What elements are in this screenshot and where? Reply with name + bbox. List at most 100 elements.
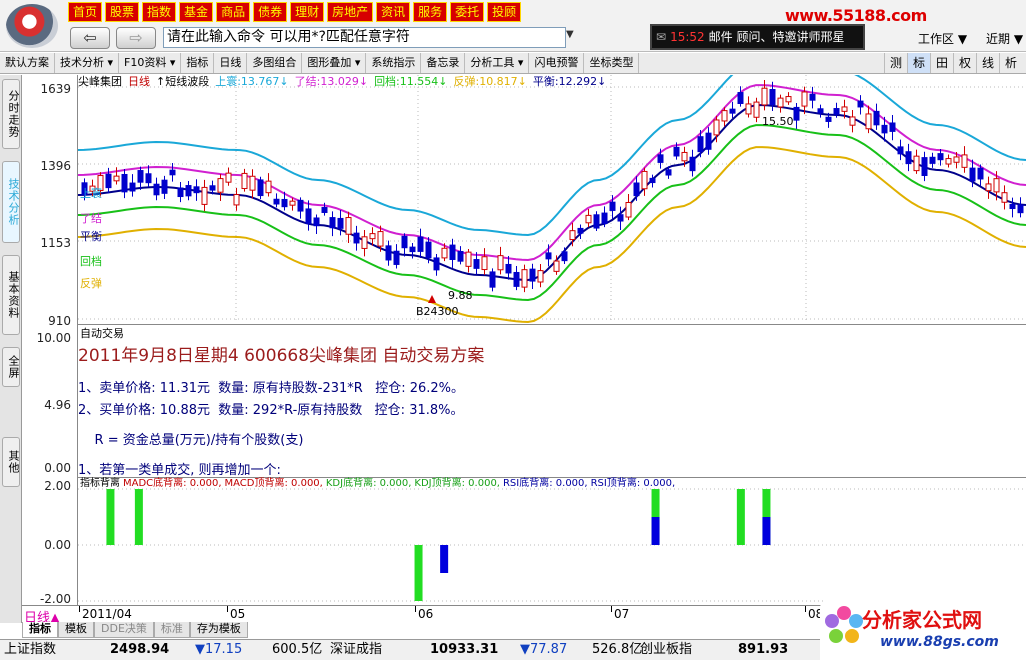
index-value: 10933.31 [430,642,499,657]
candle [785,92,792,105]
candle [257,176,264,200]
bottom-tab[interactable]: 指标 [22,622,58,638]
nav-button[interactable]: 理财 [290,2,325,22]
month-tick [227,606,228,612]
divergence-legend-item: MADC底背离: 0.000, [123,478,222,489]
candle [817,104,824,118]
candle [193,179,200,201]
candle [729,101,736,119]
legend-item: 回档:11.554↓ [374,75,448,88]
side-tab-bar: 分时走势技术分析基本资料全屏其他 [0,75,22,623]
tool-item[interactable]: 坐标类型 [584,53,640,73]
divergence-bar [134,489,143,545]
tool-item[interactable]: 多图组合 [247,53,303,73]
tool-bar-right: 测标田权线析 [884,53,1022,73]
nav-button[interactable]: 债券 [253,2,288,22]
side-tab[interactable]: 分时走势 [2,79,20,149]
candle [241,168,248,192]
side-tab[interactable]: 基本资料 [2,255,20,335]
tool-item[interactable]: 技术分析 ▾ [55,53,120,73]
nav-button[interactable]: 委托 [450,2,485,22]
month-label: 07 [614,607,630,621]
candle [809,86,816,109]
candle [905,143,912,172]
tool-item[interactable]: 默认方案 [0,53,55,73]
tool-toggle[interactable]: 析 [999,53,1022,73]
divergence-bar [762,517,771,545]
tool-item[interactable]: 分析工具 ▾ [465,53,530,73]
candle [489,268,496,292]
y-tick-label: 4.96 [44,398,71,412]
tool-toggle[interactable]: 标 [907,53,930,73]
candle [217,174,224,201]
month-tick [415,606,416,612]
tool-item-label: 分析工具 [470,56,515,69]
brand-watermark: 分析家公式网 www.88gs.com [820,600,1026,660]
tool-toggle[interactable]: 测 [884,53,907,73]
band-label: 上寰 [80,186,102,200]
nav-button[interactable]: 服务 [413,2,448,22]
tool-item[interactable]: F10资料 ▾ [119,53,182,73]
nav-button[interactable]: 投顾 [487,2,522,22]
candle [313,214,320,235]
period-menu[interactable]: 近期 ▼ [986,30,1023,47]
candle [233,188,240,211]
nav-button[interactable]: 房地产 [327,2,374,22]
side-tab[interactable]: 技术分析 [2,161,20,243]
app-logo[interactable] [6,4,58,48]
index-name[interactable]: 深证成指 [330,640,382,660]
legend-item: 尖峰集团 [78,75,122,88]
tool-toggle[interactable]: 线 [976,53,999,73]
candle [113,167,120,185]
nav-button[interactable]: 股票 [105,2,140,22]
command-dropdown-icon[interactable]: ▼ [566,29,580,40]
band-upper-line [77,59,1026,237]
divergence-legend-item: RSI顶背离: 0.000, [590,478,676,489]
candle [161,175,168,200]
bottom-tab[interactable]: DDE决策 [94,622,154,638]
tool-item[interactable]: 指标 [181,53,215,73]
kline-pane[interactable]: 上寰 了结 平衡 回档 反弹 15.50 9.88 B24300 [77,59,1026,324]
side-tab[interactable]: 其他 [2,437,20,487]
bottom-tab[interactable]: 模板 [58,622,94,638]
candle [529,263,536,290]
tool-item[interactable]: 备忘录 [421,53,466,73]
candle [393,244,400,269]
index-name[interactable]: 创业板指 [640,640,692,660]
month-tick [611,606,612,612]
back-button[interactable]: ⇦ [70,27,110,49]
legend-item: 日线 [128,75,150,88]
candle [201,179,208,212]
band-takeprofit-line [77,84,1026,262]
tool-item[interactable]: 系统指示 [366,53,422,73]
tool-toggle[interactable]: 田 [930,53,953,73]
nav-button[interactable]: 资讯 [376,2,411,22]
trade-line-next: 1、若第一类单成交, 则再增加一个: [78,463,281,478]
tool-item[interactable]: 闪电预警 [529,53,585,73]
tool-toggle[interactable]: 权 [953,53,976,73]
nav-button[interactable]: 指数 [142,2,177,22]
nav-button[interactable]: 首页 [68,2,103,22]
bottom-tab[interactable]: 存为模板 [189,622,248,638]
low-price-label: 9.88 [448,289,473,302]
nav-button[interactable]: 商品 [216,2,251,22]
workspace-menu[interactable]: 工作区 ▼ [918,30,967,47]
side-tab[interactable]: 全屏 [2,347,20,387]
tool-item[interactable]: 日线 [214,53,248,73]
candle [185,180,192,201]
candle [745,96,752,118]
bottom-tab[interactable]: 标准 [153,622,190,638]
index-name[interactable]: 上证指数 [4,640,56,660]
month-label: 06 [418,607,434,621]
candle [889,115,896,141]
divergence-pane[interactable]: 指标背离 MADC底背离: 0.000, MACD顶背离: 0.000, KDJ底背离… [78,477,1026,605]
nav-button[interactable]: 基金 [179,2,214,22]
command-input[interactable]: 请在此输入命令 可以用*?匹配任意字符 [163,27,566,48]
tool-item[interactable]: 图形叠加 ▾ [302,53,367,73]
candle [857,95,864,115]
candle [929,152,936,168]
trade-line-formula: R = 资金总量(万元)/持有个股数(支) [78,433,304,448]
candle [897,139,904,161]
message-ticker[interactable]: ✉ 15:52 邮件 顾问、特邀讲师邢星 [650,24,865,50]
forward-button[interactable]: ⇨ [116,27,156,49]
